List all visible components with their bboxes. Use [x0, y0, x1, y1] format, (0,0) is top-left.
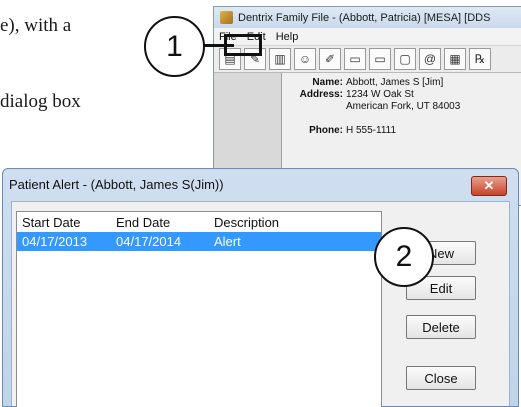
description-cell: Alert: [214, 234, 241, 249]
email-icon[interactable]: @: [419, 48, 441, 70]
dialog-title: Patient Alert - (Abbott, James S(Jim)): [9, 177, 224, 192]
name-value: Abbott, James S [Jim]: [346, 77, 444, 88]
note-icon[interactable]: ▭: [369, 48, 391, 70]
document-text-line: e), with a: [0, 15, 72, 36]
address-line1: 1234 W Oak St: [346, 89, 414, 100]
callout-1: 1: [144, 16, 205, 77]
list-header: Start Date End Date Description: [17, 212, 381, 232]
phone-value: H 555-1111: [346, 125, 397, 136]
close-icon[interactable]: ✕: [471, 176, 507, 196]
callout-connector: [202, 44, 234, 47]
phone-label: Phone:: [309, 125, 343, 136]
book-icon[interactable]: ▥: [269, 48, 291, 70]
start-date-cell: 04/17/2013: [22, 234, 88, 249]
menu-help[interactable]: Help: [271, 31, 304, 43]
patient-alert-dialog: Patient Alert - (Abbott, James S(Jim)) ✕…: [2, 168, 519, 407]
delete-button[interactable]: Delete: [406, 315, 476, 339]
name-label: Name:: [312, 77, 343, 88]
column-end-date[interactable]: End Date: [111, 215, 211, 230]
address-label: Address:: [299, 89, 343, 100]
callout-2: 2: [374, 227, 434, 287]
document-icon[interactable]: ▢: [394, 48, 416, 70]
pen-icon[interactable]: ✐: [319, 48, 341, 70]
person-icon[interactable]: ☺: [294, 48, 316, 70]
close-button[interactable]: Close: [406, 366, 476, 390]
dentrix-app-icon: [220, 11, 233, 24]
address-line2: American Fork, UT 84003: [346, 101, 461, 112]
column-start-date[interactable]: Start Date: [17, 215, 111, 230]
document-text-line: dialog box: [0, 91, 81, 112]
prescription-icon[interactable]: ℞: [469, 48, 491, 70]
column-description[interactable]: Description: [211, 215, 279, 230]
grid-icon[interactable]: ▦: [444, 48, 466, 70]
dialog-body: Start Date End Date Description 04/17/20…: [11, 201, 510, 407]
alert-list[interactable]: Start Date End Date Description 04/17/20…: [16, 211, 382, 407]
patient-info: Name: Abbott, James S [Jim] Address: 123…: [284, 77, 461, 137]
window-title: Dentrix Family File - (Abbott, Patricia)…: [238, 11, 491, 24]
window-titlebar: Dentrix Family File - (Abbott, Patricia)…: [214, 7, 521, 28]
list-item[interactable]: 04/17/2013 04/17/2014 Alert: [17, 232, 381, 251]
end-date-cell: 04/17/2014: [116, 234, 182, 249]
card-icon[interactable]: ▭: [344, 48, 366, 70]
